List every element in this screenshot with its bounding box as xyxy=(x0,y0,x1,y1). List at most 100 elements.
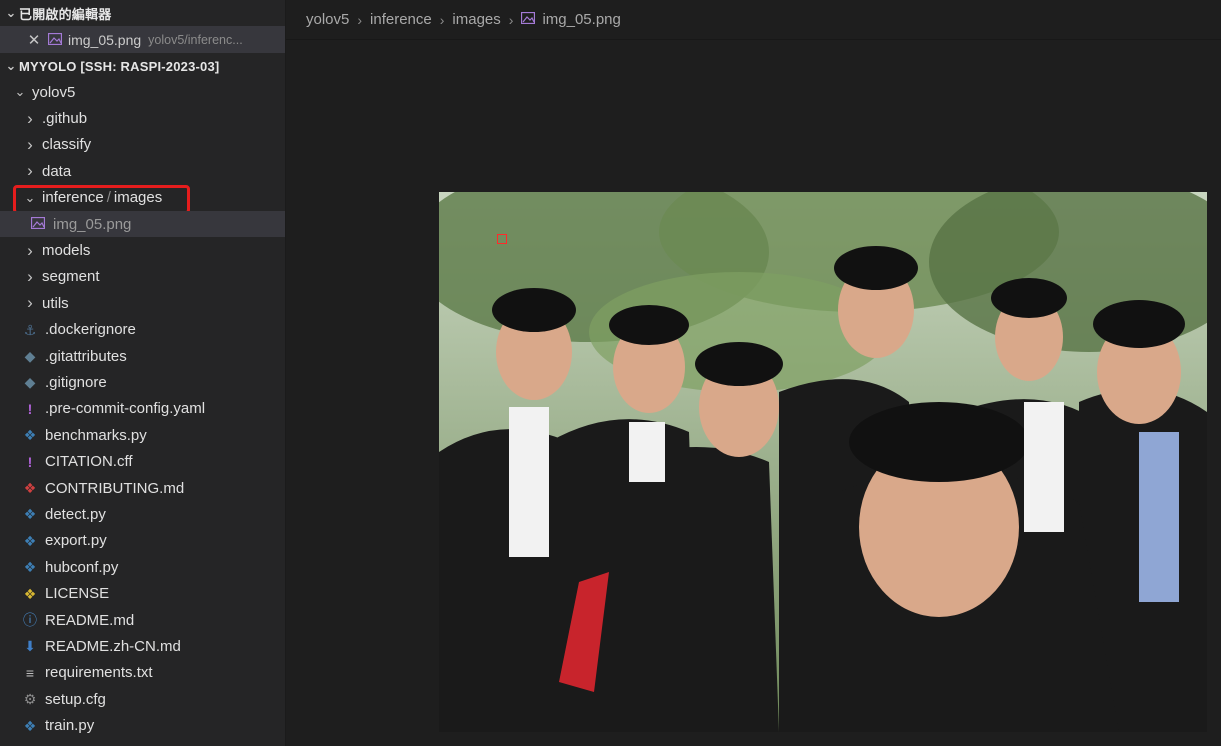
tree-item-label: setup.cfg xyxy=(45,690,106,708)
tree-item-label: models xyxy=(42,242,91,260)
license-icon: ❖ xyxy=(23,585,37,602)
breadcrumb-item[interactable]: images xyxy=(452,11,500,28)
open-editor-name: img_05.png xyxy=(68,31,142,48)
file-tree: ⌄ yolov5 › .github › classify › data ⌄ inference /… xyxy=(0,79,285,739)
editor-area: yolov5 › inference › images › img_05.png xyxy=(286,0,1221,746)
open-editor-item[interactable]: ✕ img_05.png yolov5/inferenc... xyxy=(0,26,285,53)
tree-item[interactable]: ◆ .gitattributes xyxy=(0,343,285,369)
tree-item-label: segment xyxy=(42,268,100,286)
tree-item-label: README.zh-CN.md xyxy=(45,637,181,655)
tree-item[interactable]: ⬇ README.zh-CN.md xyxy=(0,633,285,659)
chevron-right-icon: › xyxy=(27,266,33,286)
chevron-down-icon: ⌄ xyxy=(14,84,26,100)
tree-item-label: yolov5 xyxy=(32,83,76,101)
tree-item-label: CITATION.cff xyxy=(45,453,133,471)
tree-item[interactable]: ❖ CONTRIBUTING.md xyxy=(0,475,285,501)
tree-item[interactable]: ⓘ README.md xyxy=(0,607,285,633)
breadcrumb-item[interactable]: yolov5 xyxy=(306,11,349,28)
tree-item[interactable]: ❖ export.py xyxy=(0,528,285,554)
open-editors-title: 已開啟的編輯器 xyxy=(19,6,112,22)
chevron-right-icon: › xyxy=(508,11,514,28)
workspace-title: MYYOLO [SSH: RASPI-2023-03] xyxy=(19,58,220,74)
tree-item[interactable]: img_05.png xyxy=(0,210,285,238)
tree-item[interactable]: › segment xyxy=(0,264,285,290)
chevron-right-icon: › xyxy=(27,293,33,313)
tree-item[interactable]: ❖ detect.py xyxy=(0,501,285,527)
open-editors-header[interactable]: ⌄ 已開啟的編輯器 xyxy=(0,0,285,26)
tree-item[interactable]: ❖ benchmarks.py xyxy=(0,422,285,448)
python-icon: ❖ xyxy=(23,532,37,549)
tree-item-label: requirements.txt xyxy=(45,664,153,682)
tree-item-label: .dockerignore xyxy=(45,321,136,339)
tree-item-label: inference xyxy=(42,189,104,207)
tree-item-label: .gitattributes xyxy=(45,347,127,365)
tree-item-label: CONTRIBUTING.md xyxy=(45,479,185,497)
vscode-window: ⌄ 已開啟的編輯器 ✕ img_05.png yolov5/inferenc..… xyxy=(0,0,1221,746)
python-icon: ❖ xyxy=(23,427,37,444)
chevron-right-icon: › xyxy=(27,134,33,154)
tree-item[interactable]: ! CITATION.cff xyxy=(0,448,285,474)
open-editor-path: yolov5/inferenc... xyxy=(148,32,243,47)
tree-item-label: .gitignore xyxy=(45,373,107,391)
tree-item[interactable]: › classify xyxy=(0,132,285,158)
tree-item-label: .pre-commit-config.yaml xyxy=(45,400,206,418)
tree-item-label: classify xyxy=(42,136,92,154)
python-icon: ❖ xyxy=(23,559,37,576)
tree-item[interactable]: › data xyxy=(0,158,285,184)
chevron-right-icon: › xyxy=(27,161,33,181)
exclamation-icon: ! xyxy=(27,453,33,470)
photo-placeholder xyxy=(439,192,1207,732)
tree-item[interactable]: ⚙ setup.cfg xyxy=(0,686,285,712)
chevron-down-icon: ⌄ xyxy=(5,58,17,73)
chevron-down-icon: ⌄ xyxy=(24,189,36,205)
close-icon[interactable]: ✕ xyxy=(26,31,42,49)
breadcrumb-item[interactable]: inference xyxy=(370,11,432,28)
tree-item-label: train.py xyxy=(45,717,95,735)
tree-item-label: detect.py xyxy=(45,505,106,523)
git-icon: ◆ xyxy=(24,374,36,391)
download-icon: ⬇ xyxy=(24,638,36,655)
text-lines-icon: ≡ xyxy=(25,664,35,681)
tree-item-label: data xyxy=(42,162,72,180)
tree-item[interactable]: ❖ train.py xyxy=(0,712,285,738)
tree-item[interactable]: › models xyxy=(0,237,285,263)
tree-item[interactable]: ❖ LICENSE xyxy=(0,580,285,606)
chevron-right-icon: › xyxy=(27,108,33,128)
explorer-sidebar: ⌄ 已開啟的編輯器 ✕ img_05.png yolov5/inferenc..… xyxy=(0,0,286,746)
tree-item-label: README.md xyxy=(45,611,135,629)
tree-item[interactable]: ≡ requirements.txt xyxy=(0,660,285,686)
chevron-down-icon: ⌄ xyxy=(5,5,17,20)
exclamation-icon: ! xyxy=(27,400,33,417)
image-icon xyxy=(521,11,536,28)
tree-item[interactable]: ⌄ inference / images xyxy=(0,184,285,214)
tree-item[interactable]: › utils xyxy=(0,290,285,316)
tree-item[interactable]: ⌄ yolov5 xyxy=(0,79,285,105)
tree-item[interactable]: › .github xyxy=(0,105,285,131)
chevron-right-icon: › xyxy=(357,11,363,28)
tree-item-label: utils xyxy=(42,294,69,312)
tree-item[interactable]: ⚓ .dockerignore xyxy=(0,317,285,343)
chevron-right-icon: › xyxy=(27,240,33,260)
tree-item-label: images xyxy=(113,189,163,207)
path-separator: / xyxy=(106,189,111,207)
tree-item-label: .github xyxy=(42,110,88,128)
image-icon xyxy=(47,32,63,48)
breadcrumb-file[interactable]: img_05.png xyxy=(542,11,620,28)
image-preview xyxy=(439,192,1207,732)
ribbon-icon: ❖ xyxy=(23,480,37,497)
git-icon: ◆ xyxy=(24,348,36,365)
tree-item[interactable]: ! .pre-commit-config.yaml xyxy=(0,396,285,422)
docker-icon: ⚓ xyxy=(23,321,37,338)
workspace-header[interactable]: ⌄ MYYOLO [SSH: RASPI-2023-03] xyxy=(0,53,285,79)
tree-item-label: export.py xyxy=(45,532,107,550)
tree-item[interactable]: ❖ hubconf.py xyxy=(0,554,285,580)
detection-marker xyxy=(497,234,507,244)
breadcrumb: yolov5 › inference › images › img_05.png xyxy=(286,0,1221,40)
chevron-right-icon: › xyxy=(439,11,445,28)
image-icon xyxy=(30,216,46,232)
tree-item-label: img_05.png xyxy=(53,215,132,233)
tree-item[interactable]: ◆ .gitignore xyxy=(0,369,285,395)
python-icon: ❖ xyxy=(23,717,37,734)
tree-item-label: benchmarks.py xyxy=(45,426,147,444)
tree-item-label: LICENSE xyxy=(45,585,110,603)
